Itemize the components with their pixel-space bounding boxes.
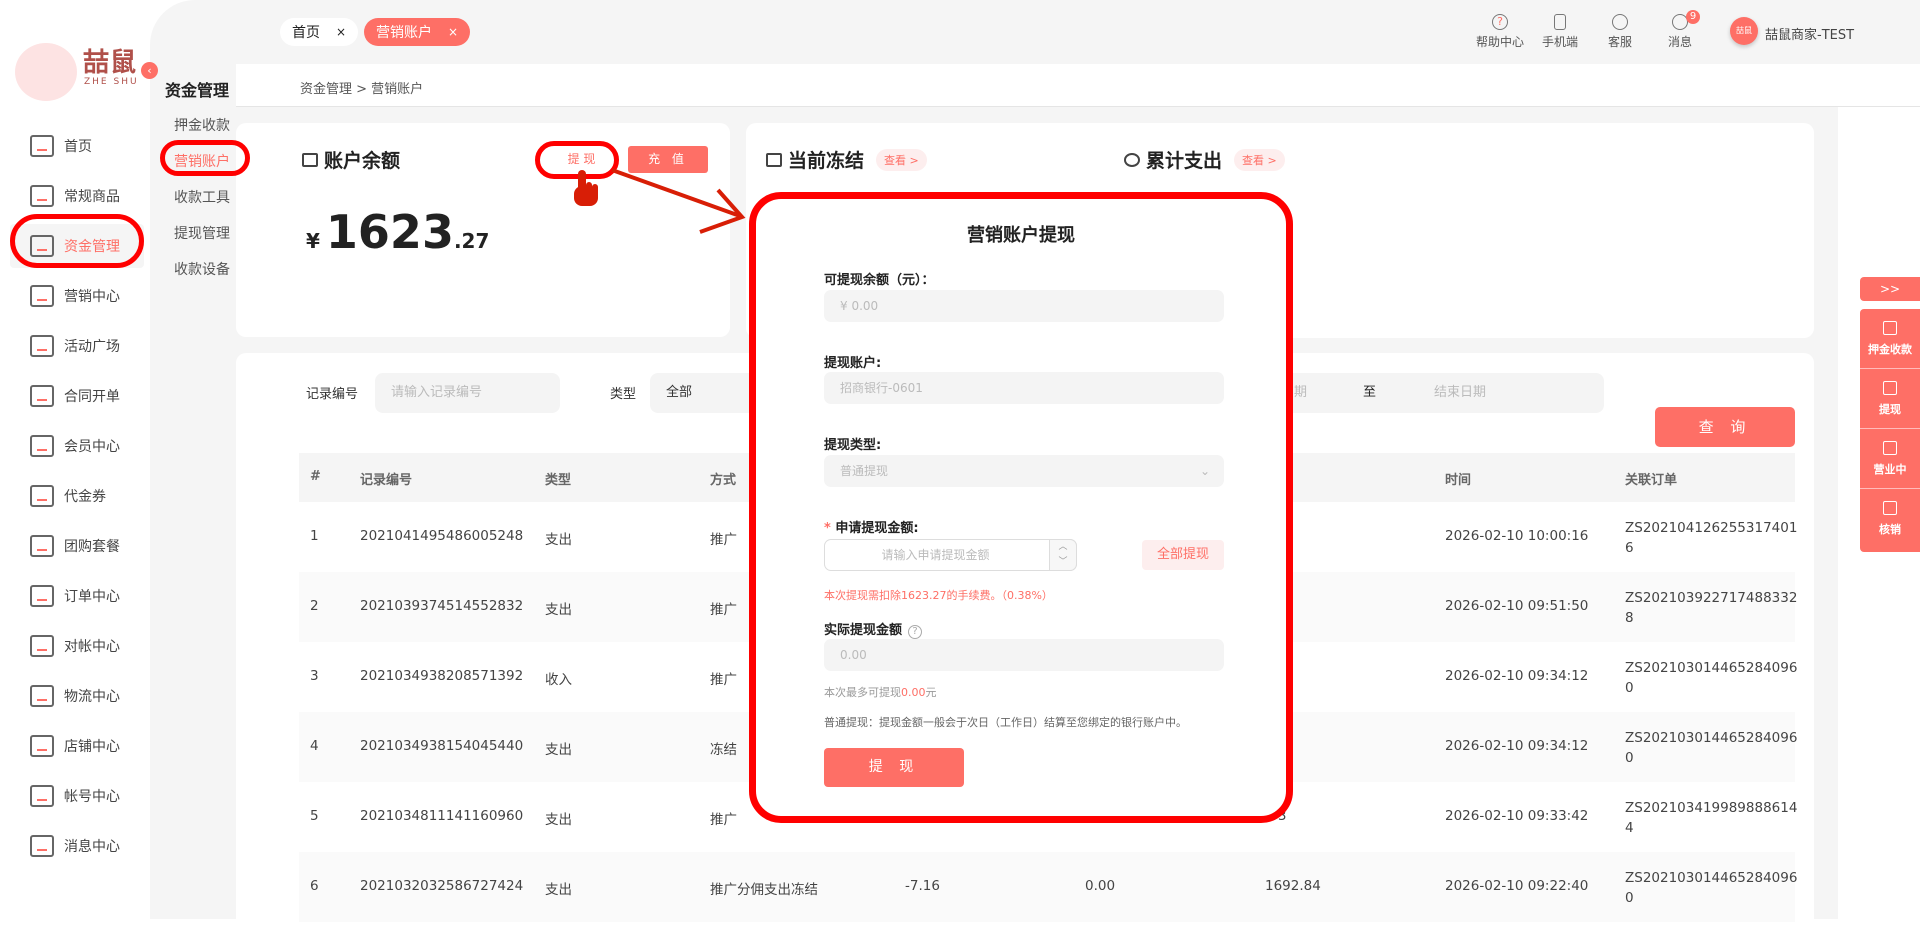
hand-cursor-icon: [574, 170, 598, 206]
annotation-arrow: [574, 168, 746, 234]
